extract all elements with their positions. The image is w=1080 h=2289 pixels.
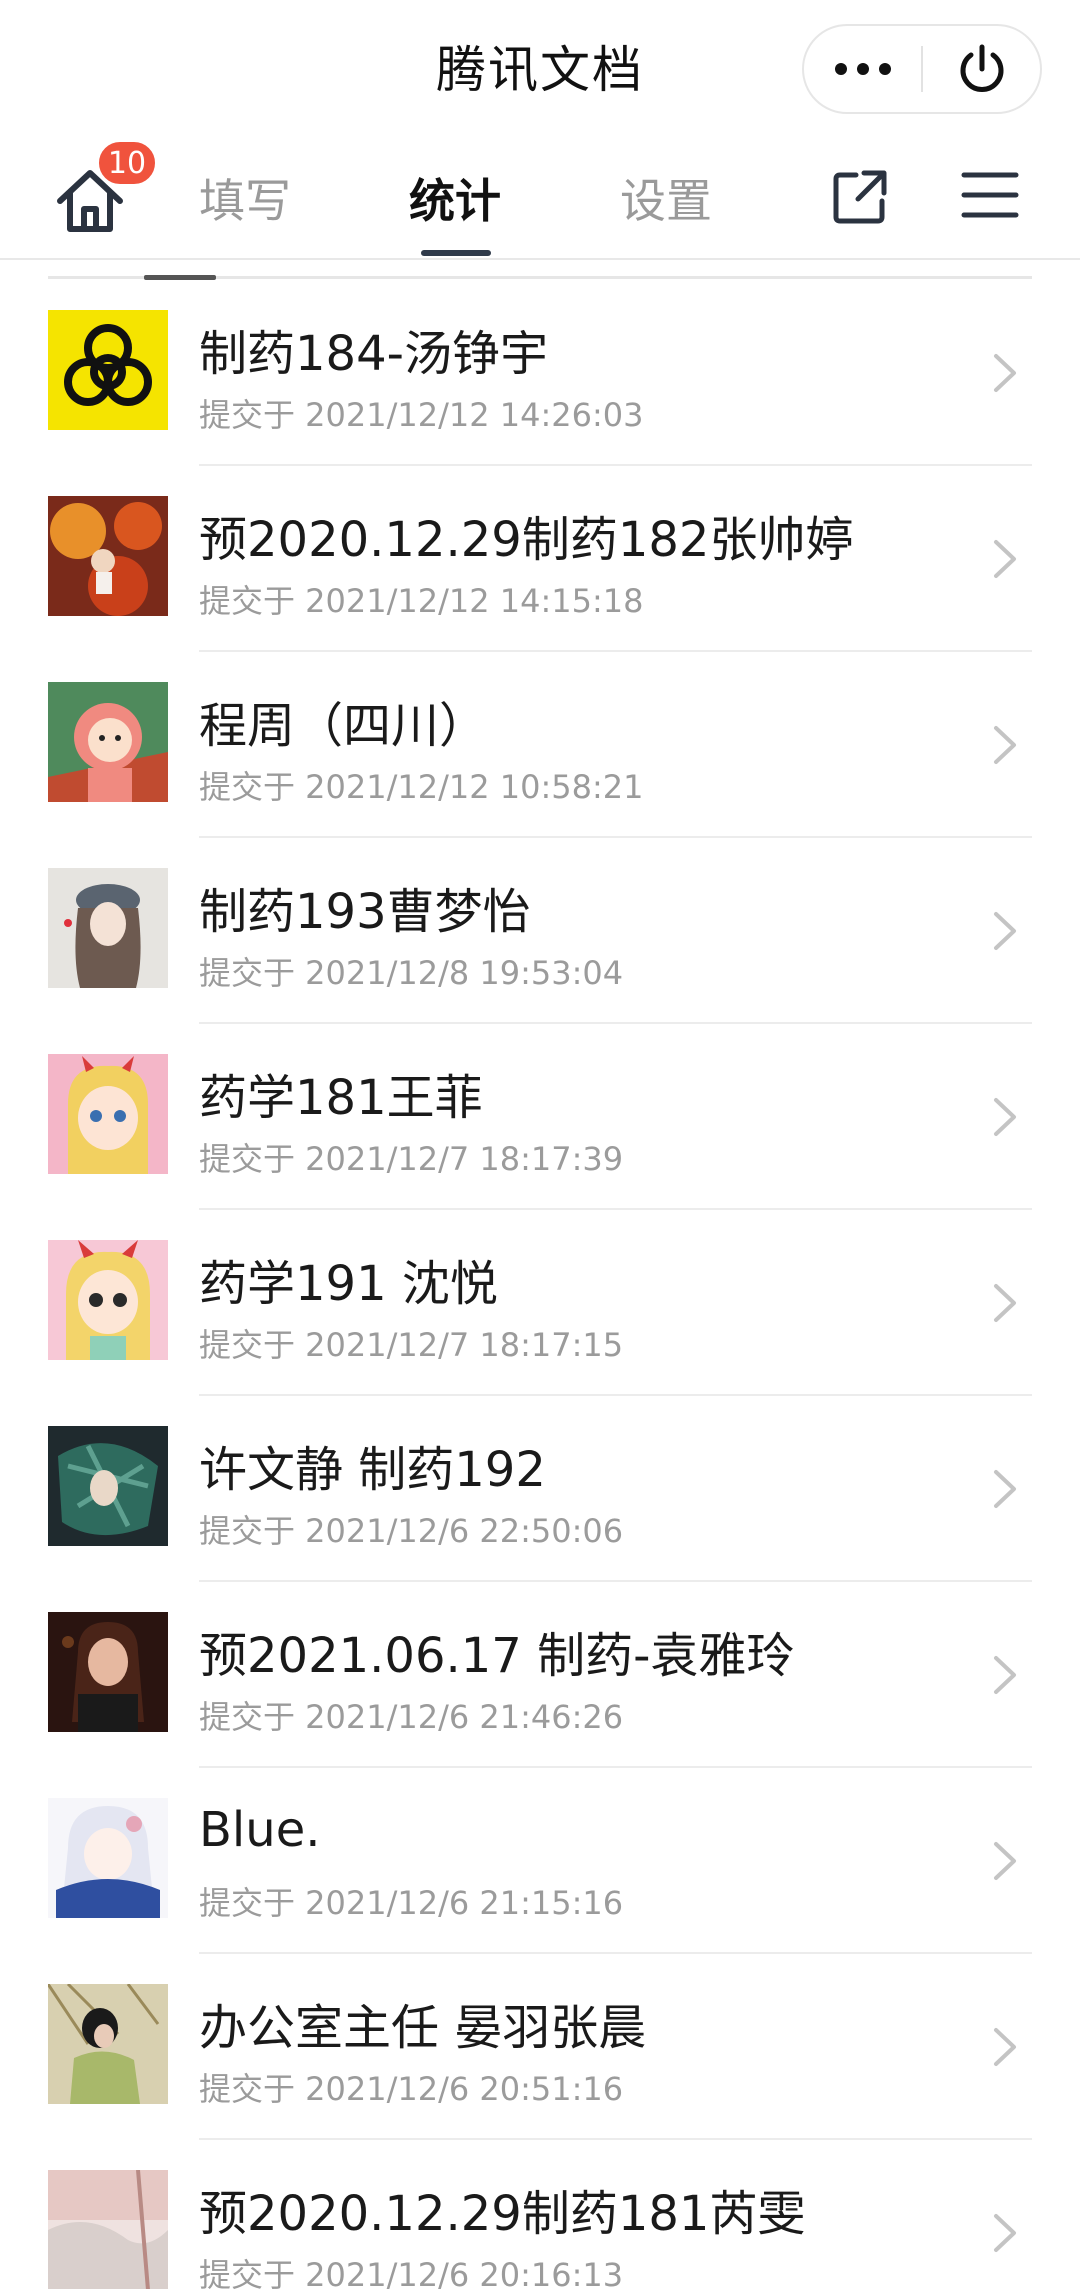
list-item[interactable]: 办公室主任 晏羽张晨 提交于 2021/12/6 20:51:16: [0, 1954, 1080, 2140]
list-item[interactable]: 制药184-汤铮宇 提交于 2021/12/12 14:26:03: [0, 280, 1080, 466]
list-item[interactable]: 预2020.12.29制药181芮雯 提交于 2021/12/6 20:16:1…: [0, 2140, 1080, 2289]
notification-badge: 10: [96, 139, 158, 187]
share-external-icon[interactable]: [830, 167, 890, 227]
avatar: [48, 1054, 168, 1174]
submitter-name: 许文静 制药192: [199, 1442, 546, 1498]
submitter-name: 预2021.06.17 制药-袁雅玲: [199, 1628, 795, 1684]
avatar: [48, 1984, 168, 2104]
chevron-right-icon: [990, 1650, 1020, 1700]
submit-time: 提交于 2021/12/6 22:50:06: [199, 1512, 624, 1550]
chevron-right-icon: [990, 1278, 1020, 1328]
submitter-name: 预2020.12.29制药182张帅婷: [199, 512, 854, 568]
list-item[interactable]: 许文静 制药192 提交于 2021/12/6 22:50:06: [0, 1396, 1080, 1582]
chevron-right-icon: [990, 720, 1020, 770]
chevron-right-icon: [990, 1092, 1020, 1142]
list-item[interactable]: 制药193曹梦怡 提交于 2021/12/8 19:53:04: [0, 838, 1080, 1024]
tab-statistics[interactable]: 统计: [409, 165, 501, 231]
hamburger-menu-icon[interactable]: [960, 165, 1020, 225]
submit-time: 提交于 2021/12/6 20:51:16: [199, 2070, 624, 2108]
list-item[interactable]: 药学181王菲 提交于 2021/12/7 18:17:39: [0, 1024, 1080, 1210]
submitter-name: 办公室主任 晏羽张晨: [199, 2000, 647, 2056]
power-icon[interactable]: [923, 26, 1040, 112]
submit-time: 提交于 2021/12/6 21:15:16: [199, 1884, 624, 1922]
avatar: [48, 2170, 168, 2289]
more-dots-icon[interactable]: [804, 26, 921, 112]
submitter-name: 程周（四川）: [199, 698, 488, 754]
list-item[interactable]: 程周（四川） 提交于 2021/12/12 10:58:21: [0, 652, 1080, 838]
submit-time: 提交于 2021/12/6 20:16:13: [199, 2256, 624, 2289]
submit-time: 提交于 2021/12/12 10:58:21: [199, 768, 644, 806]
chevron-right-icon: [990, 2208, 1020, 2258]
submitter-name: 制药193曹梦怡: [199, 884, 531, 940]
tab-bar: 填写 统计 设置: [0, 135, 1080, 260]
avatar: [48, 310, 168, 430]
submit-time: 提交于 2021/12/7 18:17:15: [199, 1326, 624, 1364]
list-item[interactable]: Blue. 提交于 2021/12/6 21:15:16: [0, 1768, 1080, 1954]
submitter-name: Blue.: [199, 1802, 321, 1858]
chevron-right-icon: [990, 2022, 1020, 2072]
avatar: [48, 1798, 168, 1918]
submit-time: 提交于 2021/12/12 14:26:03: [199, 396, 644, 434]
submit-time: 提交于 2021/12/6 21:46:26: [199, 1698, 624, 1736]
list-item[interactable]: 药学191 沈悦 提交于 2021/12/7 18:17:15: [0, 1210, 1080, 1396]
title-bar: 腾讯文档: [0, 0, 1080, 135]
chevron-right-icon: [990, 906, 1020, 956]
tab-settings[interactable]: 设置: [620, 165, 712, 231]
submitter-name: 制药184-汤铮宇: [199, 326, 548, 382]
list-item[interactable]: 预2021.06.17 制药-袁雅玲 提交于 2021/12/6 21:46:2…: [0, 1582, 1080, 1768]
chevron-right-icon: [990, 1836, 1020, 1886]
chevron-right-icon: [990, 348, 1020, 398]
submission-list: 制药184-汤铮宇 提交于 2021/12/12 14:26:03 预2020.…: [0, 280, 1080, 2289]
chevron-right-icon: [990, 534, 1020, 584]
submitter-name: 药学181王菲: [199, 1070, 483, 1126]
avatar: [48, 1612, 168, 1732]
avatar: [48, 1426, 168, 1546]
submit-time: 提交于 2021/12/7 18:17:39: [199, 1140, 624, 1178]
avatar: [48, 1240, 168, 1360]
list-item[interactable]: 预2020.12.29制药182张帅婷 提交于 2021/12/12 14:15…: [0, 466, 1080, 652]
avatar: [48, 868, 168, 988]
submit-time: 提交于 2021/12/12 14:15:18: [199, 582, 644, 620]
tab-fill[interactable]: 填写: [199, 165, 291, 231]
avatar: [48, 496, 168, 616]
mini-program-capsule: [802, 24, 1042, 114]
avatar: [48, 682, 168, 802]
chevron-right-icon: [990, 1464, 1020, 1514]
submitter-name: 药学191 沈悦: [199, 1256, 498, 1312]
submitter-name: 预2020.12.29制药181芮雯: [199, 2186, 806, 2242]
submit-time: 提交于 2021/12/8 19:53:04: [199, 954, 624, 992]
active-tab-indicator: [421, 250, 491, 256]
